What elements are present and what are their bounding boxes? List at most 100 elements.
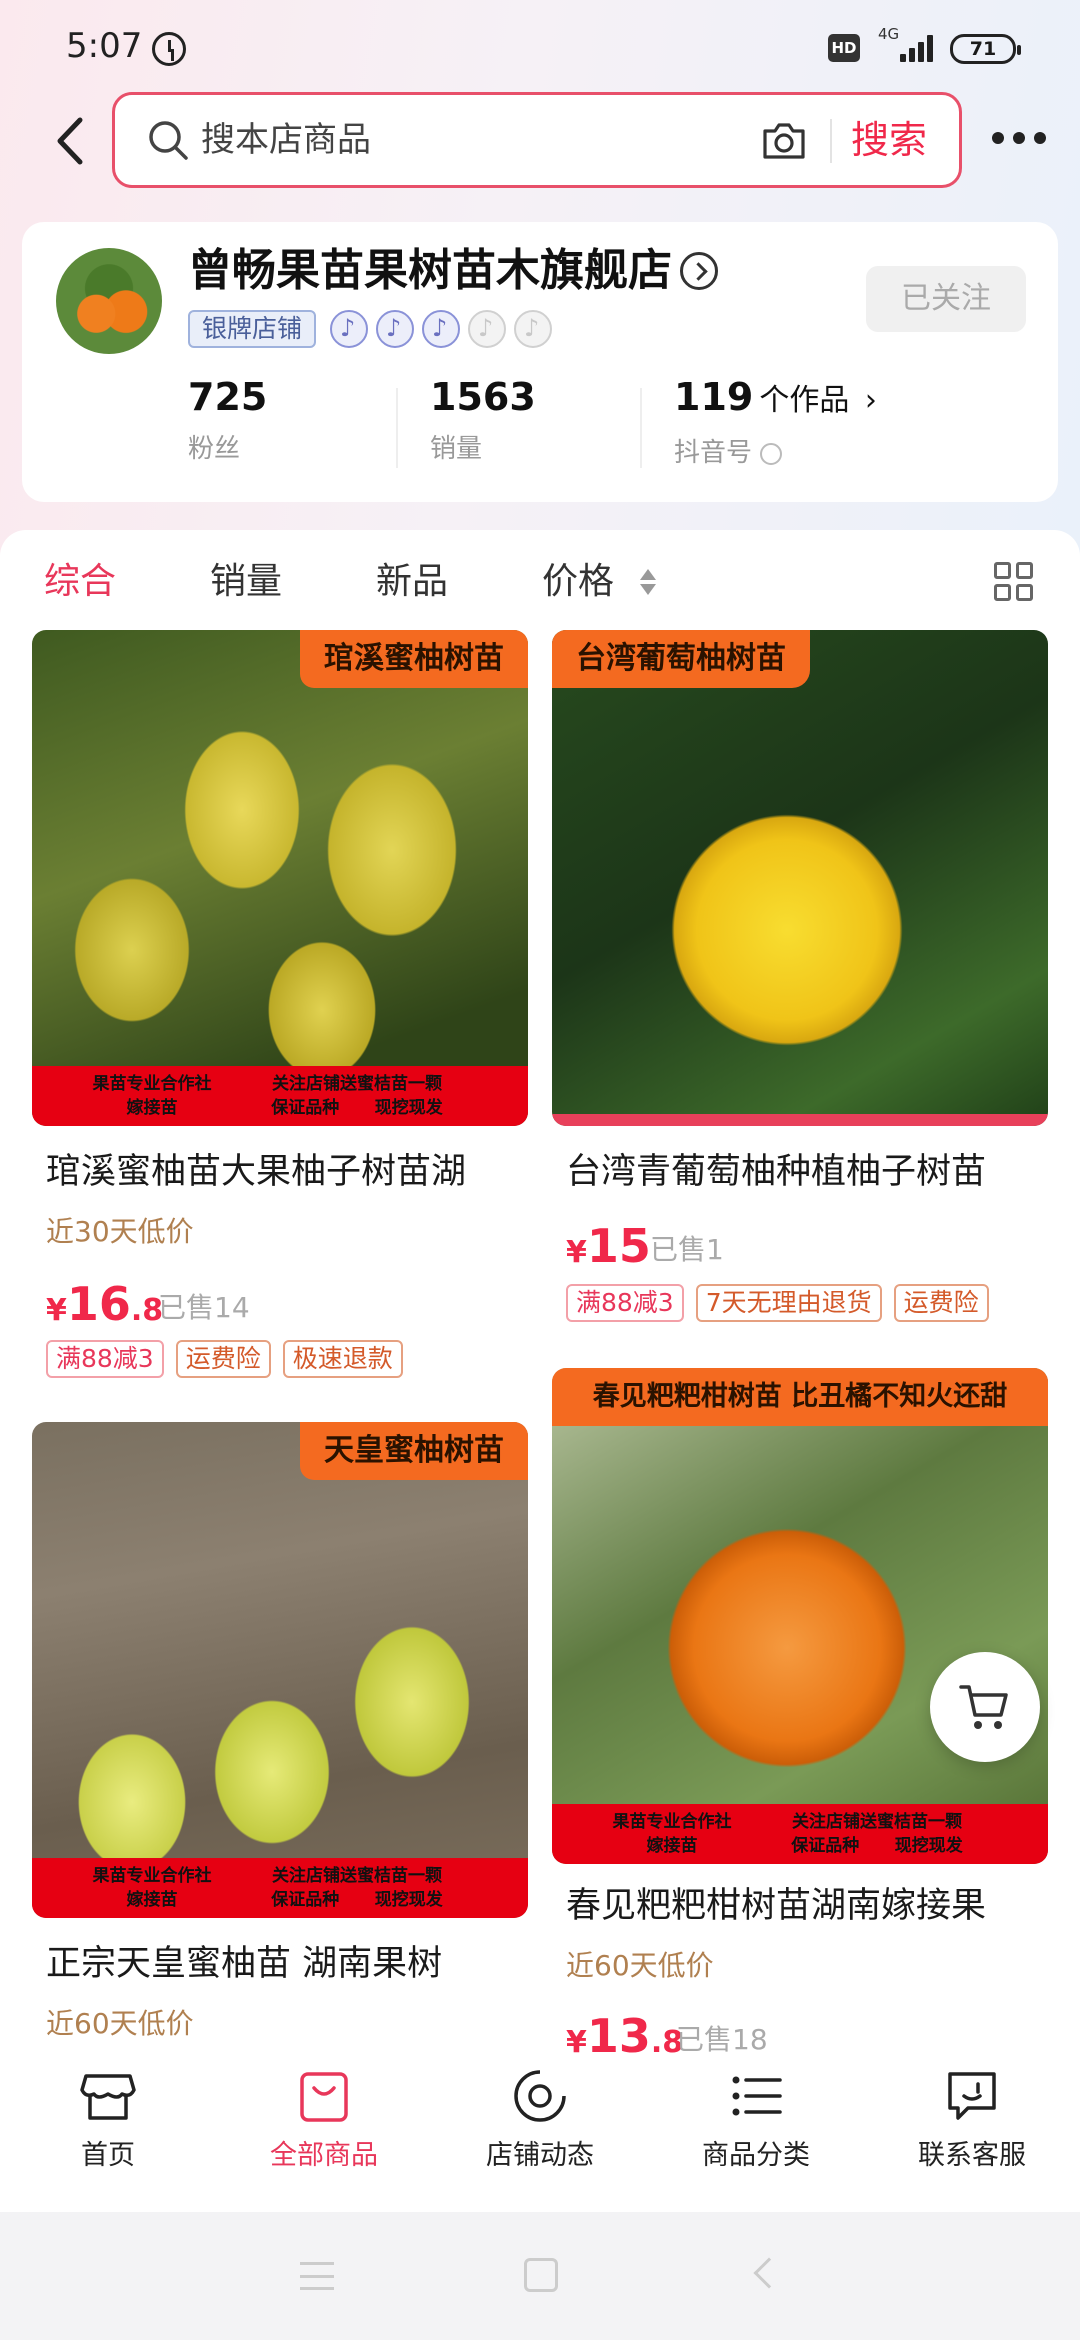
bottom-navigation: 首页 全部商品 店铺动态 商品分类 联系客服 [0, 2056, 1080, 2212]
stat-divider [396, 388, 398, 468]
sort-tabs: 综合 销量 新品 价格 [0, 552, 1080, 612]
nav-categories[interactable]: 商品分类 [648, 2056, 864, 2212]
shop-avatar[interactable] [56, 248, 162, 354]
sold-count: 已售1 [650, 1233, 724, 1266]
product-image[interactable]: 台湾葡萄柚树苗 [552, 630, 1048, 1126]
product-title[interactable]: 春见粑粑柑树苗湖南嫁接果 [566, 1882, 1046, 1930]
product-price: ¥15 [566, 1219, 651, 1273]
stat-fans[interactable]: 725 粉丝 [188, 372, 267, 466]
search-icon [149, 121, 188, 160]
stat-value: 1563 [430, 375, 536, 419]
promo-tag: 运费险 [893, 1284, 989, 1322]
douyin-level-icon [514, 310, 552, 348]
tab-overall[interactable]: 综合 [44, 552, 116, 612]
list-icon [732, 2076, 782, 2116]
search-bar[interactable]: 搜本店商品 搜索 [112, 92, 962, 188]
product-image-tag: 台湾葡萄柚树苗 [552, 630, 810, 688]
stat-value: 725 [188, 375, 268, 419]
shop-level-badge: 银牌店铺 [188, 310, 317, 348]
promo-tags: 满88减3 运费险 极速退款 [46, 1340, 415, 1380]
alarm-icon [152, 32, 186, 66]
douyin-level-icon [422, 310, 460, 348]
follow-button[interactable]: 已关注 [866, 266, 1026, 332]
nav-home[interactable]: 首页 [0, 2056, 216, 2212]
stat-label: 抖音号 [674, 438, 753, 468]
stat-label: 粉丝 [188, 434, 241, 464]
chevron-left-icon [57, 117, 83, 165]
target-icon [514, 2069, 567, 2122]
tab-price[interactable]: 价格 [542, 552, 614, 612]
tab-sales[interactable]: 销量 [210, 552, 282, 612]
menu-icon[interactable] [300, 2262, 334, 2290]
product-price: ¥16.8 [46, 1277, 164, 1331]
chevron-right-icon: › [855, 383, 877, 418]
douyin-icon [760, 442, 783, 465]
product-image[interactable]: 春见粑粑柑树苗 比丑橘不知火还甜 果苗专业合作社 嫁接苗 关注店铺送蜜桔苗一颗 保证… [552, 1368, 1048, 1864]
chat-icon [948, 2072, 996, 2120]
promo-tags: 满88减3 7天无理由退货 运费险 [566, 1284, 1001, 1324]
nav-shop-feed[interactable]: 店铺动态 [432, 2056, 648, 2212]
sort-arrows-icon[interactable] [640, 569, 656, 599]
product-title[interactable]: 琯溪蜜柚苗大果柚子树苗湖 [46, 1148, 526, 1196]
product-image-band: 果苗专业合作社 嫁接苗 关注店铺送蜜桔苗一颗 保证品种 现挖现发 [32, 1858, 528, 1918]
stat-value: 119 [674, 375, 754, 419]
cart-button[interactable] [930, 1652, 1040, 1762]
douyin-level-icon [330, 310, 368, 348]
nav-label: 联系客服 [918, 2140, 1026, 2171]
product-image-band: 果苗专业合作社 嫁接苗 关注店铺送蜜桔苗一颗 保证品种 现挖现发 [552, 1804, 1048, 1864]
nav-label: 全部商品 [270, 2140, 378, 2171]
douyin-level-icon [468, 310, 506, 348]
back-icon[interactable] [753, 2257, 785, 2289]
product-image-tag: 天皇蜜柚树苗 [300, 1422, 528, 1480]
search-divider [830, 119, 832, 163]
sold-count: 已售14 [158, 1291, 250, 1324]
stat-divider [640, 388, 642, 468]
nav-label: 商品分类 [702, 2140, 810, 2171]
promo-tag: 满88减3 [46, 1340, 164, 1378]
search-input[interactable]: 搜本店商品 [201, 117, 371, 163]
stat-sales: 1563 销量 [430, 372, 536, 466]
hd-icon: HD [828, 34, 860, 62]
nav-customer-service[interactable]: 联系客服 [864, 2056, 1080, 2212]
search-button[interactable]: 搜索 [851, 111, 927, 169]
product-image[interactable]: 天皇蜜柚树苗 果苗专业合作社 嫁接苗 关注店铺送蜜桔苗一颗 保证品种 现挖现发 [32, 1422, 528, 1918]
stat-label: 销量 [430, 434, 483, 464]
promo-tag: 满88减3 [566, 1284, 684, 1322]
shop-info-card: 曾畅果苗果树苗木旗舰店 银牌店铺 已关注 725 粉丝 1563 销量 119个… [22, 222, 1058, 502]
camera-icon[interactable] [759, 115, 809, 165]
shop-name[interactable]: 曾畅果苗果树苗木旗舰店 [188, 242, 672, 300]
more-options-icon[interactable] [992, 126, 1048, 150]
promo-tag: 极速退款 [282, 1340, 403, 1378]
status-time: 5:07 [66, 26, 143, 66]
battery-icon: 71 [950, 34, 1021, 64]
back-button[interactable] [52, 116, 92, 166]
network-type: 4G [878, 25, 900, 43]
product-title[interactable]: 台湾青葡萄柚种植柚子树苗 [566, 1148, 1046, 1196]
product-image[interactable]: 琯溪蜜柚树苗 果苗专业合作社 嫁接苗 关注店铺送蜜桔苗一颗 保证品种 现挖现发 [32, 630, 528, 1126]
tab-new[interactable]: 新品 [376, 552, 448, 612]
store-icon [80, 2074, 136, 2120]
stat-unit: 个作品 [759, 383, 850, 418]
low-price-note: 近30天低价 [46, 1215, 194, 1248]
product-image-band: 果苗专业合作社 嫁接苗 关注店铺送蜜桔苗一颗 保证品种 现挖现发 [32, 1066, 528, 1126]
nav-label: 首页 [81, 2140, 135, 2171]
system-navigation-bar [0, 2212, 1080, 2340]
product-image-tag: 春见粑粑柑树苗 比丑橘不知火还甜 [552, 1368, 1048, 1426]
nav-label: 店铺动态 [486, 2140, 594, 2171]
stat-works[interactable]: 119 个作品 › 抖音号 [674, 372, 877, 470]
shop-detail-icon[interactable] [680, 252, 718, 290]
grid-view-icon[interactable] [994, 562, 1034, 602]
promo-tag: 运费险 [175, 1340, 271, 1378]
status-bar: 5:07 HD 4G 71 [0, 0, 1080, 100]
nav-all-products[interactable]: 全部商品 [216, 2056, 432, 2212]
home-icon[interactable] [524, 2258, 558, 2292]
signal-icon [900, 34, 936, 62]
shopping-bag-icon [300, 2072, 348, 2122]
product-image-tag: 琯溪蜜柚树苗 [300, 630, 528, 688]
cart-icon [959, 1685, 1008, 1729]
low-price-note: 近60天低价 [46, 2007, 194, 2040]
image-bottom-strip [552, 1114, 1048, 1126]
douyin-level-icon [376, 310, 414, 348]
product-title[interactable]: 正宗天皇蜜柚苗 湖南果树 [46, 1940, 526, 1988]
low-price-note: 近60天低价 [566, 1949, 714, 1982]
